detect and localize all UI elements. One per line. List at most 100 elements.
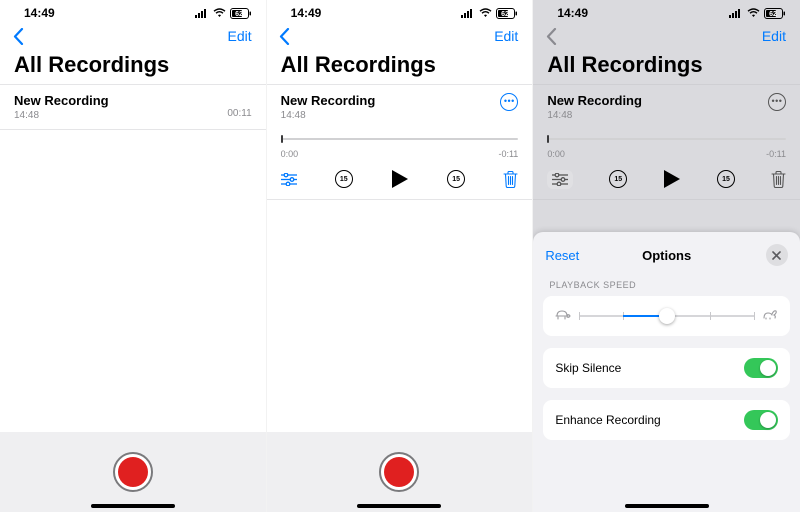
status-indicators: 62	[195, 8, 252, 19]
svg-text:62: 62	[769, 11, 777, 18]
status-time: 14:49	[557, 6, 588, 20]
sliders-icon	[281, 173, 297, 186]
more-button[interactable]: •••	[500, 93, 518, 111]
record-dot-icon	[118, 457, 148, 487]
delete-button[interactable]	[503, 171, 518, 188]
scrubber[interactable]	[281, 133, 519, 147]
rabbit-icon	[762, 307, 778, 325]
enhance-recording-toggle[interactable]	[744, 410, 778, 430]
record-bar	[267, 432, 533, 512]
options-sheet: Reset Options PLAYBACK SPEED	[533, 232, 800, 512]
recording-row-expanded: New Recording 14:48 •••	[533, 84, 800, 129]
back-button[interactable]	[8, 26, 28, 46]
speed-slider-knob[interactable]	[659, 308, 675, 324]
record-dot-icon	[384, 457, 414, 487]
skip-forward-15-button[interactable]: 15	[717, 170, 735, 188]
chevron-left-icon	[279, 28, 290, 45]
skip-back-icon: 15	[335, 170, 353, 188]
sheet-header: Reset Options	[533, 238, 800, 276]
chevron-left-icon	[546, 28, 557, 45]
recording-timestamp: 14:48	[14, 110, 109, 121]
skip-back-15-button[interactable]: 15	[609, 170, 627, 188]
player-controls: 15 15	[281, 169, 519, 189]
turtle-icon	[555, 307, 571, 325]
record-button[interactable]	[113, 452, 153, 492]
skip-back-icon: 15	[609, 170, 627, 188]
section-label-speed: PLAYBACK SPEED	[533, 276, 800, 296]
close-sheet-button[interactable]	[766, 244, 788, 266]
home-indicator[interactable]	[625, 504, 709, 508]
playback-options-button[interactable]	[547, 170, 573, 189]
edit-button[interactable]: Edit	[494, 28, 518, 44]
playback-speed-card	[543, 296, 790, 336]
home-indicator[interactable]	[91, 504, 175, 508]
play-button[interactable]	[391, 169, 409, 189]
play-button[interactable]	[663, 169, 681, 189]
status-time: 14:49	[291, 6, 322, 20]
nav-bar: Edit	[533, 22, 800, 50]
scrubber[interactable]	[547, 133, 786, 147]
skip-forward-icon: 15	[717, 170, 735, 188]
wifi-icon	[479, 8, 492, 18]
edit-button[interactable]: Edit	[762, 28, 786, 44]
record-bar	[0, 432, 266, 512]
time-current: 0:00	[281, 149, 299, 159]
wifi-icon	[213, 8, 226, 18]
status-bar: 14:49 62	[533, 0, 800, 22]
player-controls: 15 15	[547, 169, 786, 189]
play-icon	[663, 169, 681, 189]
ellipsis-icon: •••	[771, 97, 782, 106]
skip-silence-card: Skip Silence	[543, 348, 790, 388]
play-icon	[391, 169, 409, 189]
reset-button[interactable]: Reset	[545, 248, 579, 263]
scrubber-playhead[interactable]	[547, 135, 549, 143]
sheet-title: Options	[642, 248, 691, 263]
recording-name: New Recording	[547, 93, 642, 108]
recording-duration: 00:11	[227, 108, 251, 119]
skip-back-15-button[interactable]: 15	[335, 170, 353, 188]
svg-text:62: 62	[501, 11, 509, 18]
scrubber-track	[281, 138, 519, 140]
status-indicators: 62	[461, 8, 518, 19]
speed-slider[interactable]	[579, 306, 754, 326]
ellipsis-icon: •••	[504, 97, 515, 106]
enhance-recording-card: Enhance Recording	[543, 400, 790, 440]
recording-name: New Recording	[281, 93, 376, 108]
signal-icon	[195, 8, 209, 18]
chevron-left-icon	[13, 28, 24, 45]
screen-options-sheet: 14:49 62 Edit All Recordings New Recordi…	[533, 0, 800, 512]
page-title: All Recordings	[0, 50, 266, 84]
skip-forward-15-button[interactable]: 15	[447, 170, 465, 188]
back-button[interactable]	[275, 26, 295, 46]
close-icon	[772, 251, 781, 260]
recording-row[interactable]: New Recording 14:48 00:11	[0, 84, 266, 130]
status-bar: 14:49 62	[0, 0, 266, 22]
nav-bar: Edit	[267, 22, 533, 50]
signal-icon	[729, 8, 743, 18]
record-button[interactable]	[379, 452, 419, 492]
screen-list: 14:49 62 Edit All Recordings New Recordi…	[0, 0, 267, 512]
home-indicator[interactable]	[357, 504, 441, 508]
enhance-recording-label: Enhance Recording	[555, 413, 660, 427]
battery-icon: 62	[764, 8, 786, 19]
more-button[interactable]: •••	[768, 93, 786, 111]
recording-name: New Recording	[14, 93, 109, 108]
skip-silence-toggle[interactable]	[744, 358, 778, 378]
edit-button[interactable]: Edit	[228, 28, 252, 44]
wifi-icon	[747, 8, 760, 18]
recording-timestamp: 14:48	[281, 110, 376, 121]
player-panel: 0:00 -0:11 15 15	[533, 129, 800, 200]
skip-forward-icon: 15	[447, 170, 465, 188]
status-time: 14:49	[24, 6, 55, 20]
battery-icon: 62	[230, 8, 252, 19]
scrubber-playhead[interactable]	[281, 135, 283, 143]
battery-icon: 62	[496, 8, 518, 19]
delete-button[interactable]	[771, 171, 786, 188]
recording-timestamp: 14:48	[547, 110, 642, 121]
screen-player: 14:49 62 Edit All Recordings New Recordi…	[267, 0, 534, 512]
time-remaining: -0:11	[766, 149, 786, 159]
back-button[interactable]	[541, 26, 561, 46]
playback-options-button[interactable]	[281, 173, 297, 186]
status-indicators: 62	[729, 8, 786, 19]
player-panel: 0:00 -0:11 15 15	[267, 129, 533, 200]
